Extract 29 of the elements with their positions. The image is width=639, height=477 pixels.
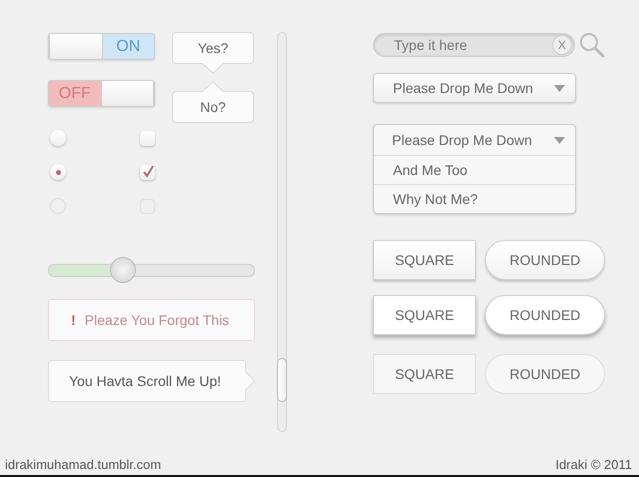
rounded-button[interactable]: ROUNDED: [485, 354, 605, 394]
square-button[interactable]: SQUARE: [373, 240, 476, 280]
rounded-button[interactable]: ROUNDED: [485, 295, 605, 335]
dropdown-option[interactable]: And Me Too: [374, 156, 575, 184]
checkbox[interactable]: [140, 130, 155, 146]
tooltip: You Havta Scroll Me Up!: [48, 360, 246, 402]
square-button[interactable]: SQUARE: [373, 295, 476, 335]
radio-button[interactable]: [50, 130, 66, 146]
dropdown-option[interactable]: Why Not Me?: [374, 184, 575, 213]
error-text: Pleaze You Forgot This: [84, 312, 230, 328]
bubble-tail: [202, 63, 224, 73]
copyright-text: Idraki © 2011: [555, 457, 632, 472]
radio-button[interactable]: [50, 164, 66, 180]
square-button[interactable]: SQUARE: [373, 354, 476, 394]
search-field[interactable]: Type it here X: [373, 32, 575, 56]
checkbox[interactable]: [140, 164, 155, 180]
rounded-button[interactable]: ROUNDED: [485, 240, 605, 280]
site-link[interactable]: idrakimuhamad.tumblr.com: [5, 457, 162, 472]
bubble-tail: [202, 82, 224, 92]
dropdown[interactable]: Please Drop Me Down: [373, 73, 576, 103]
scrollbar[interactable]: [277, 32, 287, 432]
alert-icon: !: [71, 312, 76, 328]
caret-icon: [554, 84, 565, 92]
dropdown-label[interactable]: Please Drop Me Down: [392, 132, 532, 148]
search-icon[interactable]: [579, 32, 605, 58]
slider-thumb[interactable]: [110, 257, 136, 283]
tooltip-tail: [245, 371, 255, 391]
clear-button[interactable]: X: [552, 34, 572, 54]
caret-icon: [554, 136, 565, 144]
